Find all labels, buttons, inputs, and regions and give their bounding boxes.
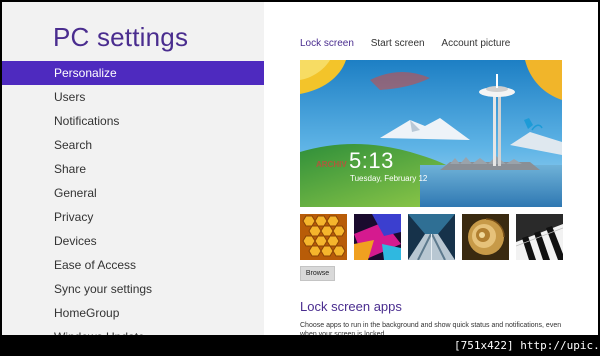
thumbnail-honeycomb[interactable]	[300, 214, 347, 260]
lock-screen-apps-description: Choose apps to run in the background and…	[300, 322, 562, 335]
thumbnail-nautilus-shell[interactable]	[462, 214, 509, 260]
lock-screen-thumbnails	[300, 214, 563, 260]
nav-item-ease-of-access[interactable]: Ease of Access	[2, 253, 264, 277]
nav-item-sync-settings[interactable]: Sync your settings	[2, 277, 264, 301]
personalize-tabs: Lock screen Start screen Account picture	[300, 38, 524, 49]
thumbnail-escalator[interactable]	[408, 214, 455, 260]
page-title: PC settings	[53, 22, 189, 52]
nav-item-search[interactable]: Search	[2, 133, 264, 157]
thumbnail-color-blocks[interactable]	[354, 214, 401, 260]
nav-item-notifications[interactable]: Notifications	[2, 109, 264, 133]
pc-settings-window: PC settings Personalize Users Notificati…	[2, 2, 598, 335]
tab-lock-screen[interactable]: Lock screen	[300, 38, 354, 49]
lock-screen-time: 5:13	[349, 148, 394, 173]
nav-item-users[interactable]: Users	[2, 85, 264, 109]
tab-account-picture[interactable]: Account picture	[441, 38, 510, 49]
nav-item-devices[interactable]: Devices	[2, 229, 264, 253]
nav-item-share[interactable]: Share	[2, 157, 264, 181]
lock-screen-image	[300, 60, 562, 207]
image-caption: [751x422] http://upic.me/	[454, 339, 600, 352]
settings-sidebar: PC settings Personalize Users Notificati…	[2, 2, 264, 335]
browse-button[interactable]: Browse	[300, 266, 335, 281]
tab-start-screen[interactable]: Start screen	[371, 38, 425, 49]
screenshot-frame: PC settings Personalize Users Notificati…	[0, 0, 600, 356]
personalize-panel: Lock screen Start screen Account picture	[264, 2, 598, 335]
lock-screen-preview: ARCHIV 5:13 Tuesday, February 12	[300, 60, 562, 207]
nav-item-windows-update[interactable]: Windows Update	[2, 325, 264, 335]
lock-screen-date: Tuesday, February 12	[350, 174, 428, 183]
nav-item-homegroup[interactable]: HomeGroup	[2, 301, 264, 325]
lock-screen-apps-title: Lock screen apps	[300, 299, 402, 314]
watermark-text: ARCHIV	[316, 160, 347, 169]
nav-item-general[interactable]: General	[2, 181, 264, 205]
nav-item-privacy[interactable]: Privacy	[2, 205, 264, 229]
thumbnail-piano-keys[interactable]	[516, 214, 563, 260]
settings-nav: Personalize Users Notifications Search S…	[2, 61, 264, 335]
nav-item-personalize[interactable]: Personalize	[2, 61, 264, 85]
